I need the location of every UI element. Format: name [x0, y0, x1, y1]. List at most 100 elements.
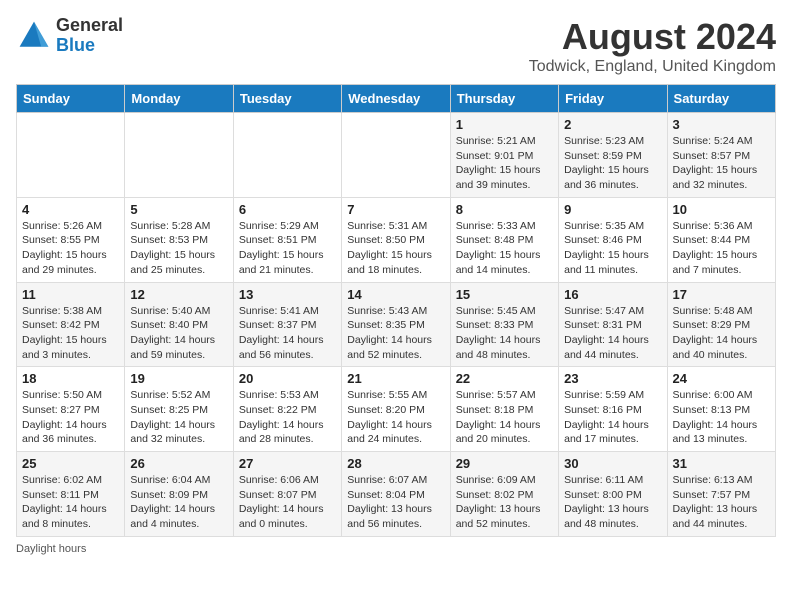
calendar-week-row: 1 Sunrise: 5:21 AMSunset: 9:01 PMDayligh…	[17, 113, 776, 198]
day-detail: Sunrise: 6:11 AMSunset: 8:00 PMDaylight:…	[564, 473, 661, 532]
calendar-cell: 25 Sunrise: 6:02 AMSunset: 8:11 PMDaylig…	[17, 452, 125, 537]
logo-icon	[16, 18, 52, 54]
calendar-cell: 1 Sunrise: 5:21 AMSunset: 9:01 PMDayligh…	[450, 113, 558, 198]
day-detail: Sunrise: 5:45 AMSunset: 8:33 PMDaylight:…	[456, 304, 553, 363]
day-number: 28	[347, 456, 444, 471]
calendar-cell: 10 Sunrise: 5:36 AMSunset: 8:44 PMDaylig…	[667, 197, 775, 282]
calendar-cell: 11 Sunrise: 5:38 AMSunset: 8:42 PMDaylig…	[17, 282, 125, 367]
day-number: 18	[22, 371, 119, 386]
day-number: 6	[239, 202, 336, 217]
day-detail: Sunrise: 5:23 AMSunset: 8:59 PMDaylight:…	[564, 134, 661, 193]
day-number: 29	[456, 456, 553, 471]
day-number: 17	[673, 287, 770, 302]
calendar-cell: 22 Sunrise: 5:57 AMSunset: 8:18 PMDaylig…	[450, 367, 558, 452]
calendar-cell: 30 Sunrise: 6:11 AMSunset: 8:00 PMDaylig…	[559, 452, 667, 537]
day-detail: Sunrise: 5:43 AMSunset: 8:35 PMDaylight:…	[347, 304, 444, 363]
day-number: 10	[673, 202, 770, 217]
day-detail: Sunrise: 5:36 AMSunset: 8:44 PMDaylight:…	[673, 219, 770, 278]
day-number: 8	[456, 202, 553, 217]
calendar-week-row: 18 Sunrise: 5:50 AMSunset: 8:27 PMDaylig…	[17, 367, 776, 452]
calendar-cell: 13 Sunrise: 5:41 AMSunset: 8:37 PMDaylig…	[233, 282, 341, 367]
calendar-cell: 31 Sunrise: 6:13 AMSunset: 7:57 PMDaylig…	[667, 452, 775, 537]
day-detail: Sunrise: 5:57 AMSunset: 8:18 PMDaylight:…	[456, 388, 553, 447]
day-detail: Sunrise: 5:26 AMSunset: 8:55 PMDaylight:…	[22, 219, 119, 278]
day-detail: Sunrise: 5:40 AMSunset: 8:40 PMDaylight:…	[130, 304, 227, 363]
day-number: 27	[239, 456, 336, 471]
day-number: 7	[347, 202, 444, 217]
day-number: 11	[22, 287, 119, 302]
calendar-cell: 19 Sunrise: 5:52 AMSunset: 8:25 PMDaylig…	[125, 367, 233, 452]
day-detail: Sunrise: 5:31 AMSunset: 8:50 PMDaylight:…	[347, 219, 444, 278]
calendar-cell: 18 Sunrise: 5:50 AMSunset: 8:27 PMDaylig…	[17, 367, 125, 452]
day-detail: Sunrise: 5:55 AMSunset: 8:20 PMDaylight:…	[347, 388, 444, 447]
calendar-cell: 8 Sunrise: 5:33 AMSunset: 8:48 PMDayligh…	[450, 197, 558, 282]
day-detail: Sunrise: 5:24 AMSunset: 8:57 PMDaylight:…	[673, 134, 770, 193]
day-number: 19	[130, 371, 227, 386]
day-number: 9	[564, 202, 661, 217]
logo-blue: Blue	[56, 36, 123, 56]
calendar-cell: 20 Sunrise: 5:53 AMSunset: 8:22 PMDaylig…	[233, 367, 341, 452]
day-detail: Sunrise: 5:52 AMSunset: 8:25 PMDaylight:…	[130, 388, 227, 447]
calendar-cell: 29 Sunrise: 6:09 AMSunset: 8:02 PMDaylig…	[450, 452, 558, 537]
calendar-cell	[17, 113, 125, 198]
day-number: 21	[347, 371, 444, 386]
calendar-cell: 17 Sunrise: 5:48 AMSunset: 8:29 PMDaylig…	[667, 282, 775, 367]
calendar-week-row: 25 Sunrise: 6:02 AMSunset: 8:11 PMDaylig…	[17, 452, 776, 537]
day-detail: Sunrise: 5:29 AMSunset: 8:51 PMDaylight:…	[239, 219, 336, 278]
calendar-week-row: 11 Sunrise: 5:38 AMSunset: 8:42 PMDaylig…	[17, 282, 776, 367]
day-detail: Sunrise: 5:38 AMSunset: 8:42 PMDaylight:…	[22, 304, 119, 363]
day-detail: Sunrise: 5:48 AMSunset: 8:29 PMDaylight:…	[673, 304, 770, 363]
day-number: 2	[564, 117, 661, 132]
day-number: 25	[22, 456, 119, 471]
header: General Blue August 2024 Todwick, Englan…	[16, 16, 776, 76]
day-detail: Sunrise: 6:00 AMSunset: 8:13 PMDaylight:…	[673, 388, 770, 447]
calendar-day-header: Sunday	[17, 85, 125, 113]
calendar-cell: 2 Sunrise: 5:23 AMSunset: 8:59 PMDayligh…	[559, 113, 667, 198]
day-number: 14	[347, 287, 444, 302]
calendar-cell: 9 Sunrise: 5:35 AMSunset: 8:46 PMDayligh…	[559, 197, 667, 282]
calendar-cell: 4 Sunrise: 5:26 AMSunset: 8:55 PMDayligh…	[17, 197, 125, 282]
calendar-cell	[342, 113, 450, 198]
day-detail: Sunrise: 5:53 AMSunset: 8:22 PMDaylight:…	[239, 388, 336, 447]
main-title: August 2024	[529, 16, 776, 58]
calendar-cell: 12 Sunrise: 5:40 AMSunset: 8:40 PMDaylig…	[125, 282, 233, 367]
day-detail: Sunrise: 5:33 AMSunset: 8:48 PMDaylight:…	[456, 219, 553, 278]
calendar-day-header: Friday	[559, 85, 667, 113]
day-detail: Sunrise: 5:50 AMSunset: 8:27 PMDaylight:…	[22, 388, 119, 447]
day-detail: Sunrise: 5:21 AMSunset: 9:01 PMDaylight:…	[456, 134, 553, 193]
day-detail: Sunrise: 6:13 AMSunset: 7:57 PMDaylight:…	[673, 473, 770, 532]
day-number: 24	[673, 371, 770, 386]
calendar-cell: 5 Sunrise: 5:28 AMSunset: 8:53 PMDayligh…	[125, 197, 233, 282]
day-detail: Sunrise: 5:47 AMSunset: 8:31 PMDaylight:…	[564, 304, 661, 363]
day-number: 12	[130, 287, 227, 302]
day-number: 22	[456, 371, 553, 386]
calendar-day-header: Thursday	[450, 85, 558, 113]
calendar-day-header: Tuesday	[233, 85, 341, 113]
logo-general: General	[56, 16, 123, 36]
footer-note: Daylight hours	[16, 543, 776, 555]
day-detail: Sunrise: 6:06 AMSunset: 8:07 PMDaylight:…	[239, 473, 336, 532]
day-number: 16	[564, 287, 661, 302]
day-number: 4	[22, 202, 119, 217]
day-number: 31	[673, 456, 770, 471]
day-detail: Sunrise: 6:02 AMSunset: 8:11 PMDaylight:…	[22, 473, 119, 532]
calendar-table: SundayMondayTuesdayWednesdayThursdayFrid…	[16, 84, 776, 537]
day-detail: Sunrise: 5:41 AMSunset: 8:37 PMDaylight:…	[239, 304, 336, 363]
day-number: 23	[564, 371, 661, 386]
day-detail: Sunrise: 5:28 AMSunset: 8:53 PMDaylight:…	[130, 219, 227, 278]
calendar-cell: 26 Sunrise: 6:04 AMSunset: 8:09 PMDaylig…	[125, 452, 233, 537]
calendar-cell: 7 Sunrise: 5:31 AMSunset: 8:50 PMDayligh…	[342, 197, 450, 282]
day-detail: Sunrise: 5:59 AMSunset: 8:16 PMDaylight:…	[564, 388, 661, 447]
day-number: 13	[239, 287, 336, 302]
calendar-day-header: Wednesday	[342, 85, 450, 113]
calendar-cell: 15 Sunrise: 5:45 AMSunset: 8:33 PMDaylig…	[450, 282, 558, 367]
calendar-cell	[125, 113, 233, 198]
calendar-day-header: Saturday	[667, 85, 775, 113]
calendar-cell: 6 Sunrise: 5:29 AMSunset: 8:51 PMDayligh…	[233, 197, 341, 282]
day-number: 20	[239, 371, 336, 386]
calendar-cell: 28 Sunrise: 6:07 AMSunset: 8:04 PMDaylig…	[342, 452, 450, 537]
day-number: 1	[456, 117, 553, 132]
day-number: 30	[564, 456, 661, 471]
calendar-cell: 21 Sunrise: 5:55 AMSunset: 8:20 PMDaylig…	[342, 367, 450, 452]
day-number: 26	[130, 456, 227, 471]
